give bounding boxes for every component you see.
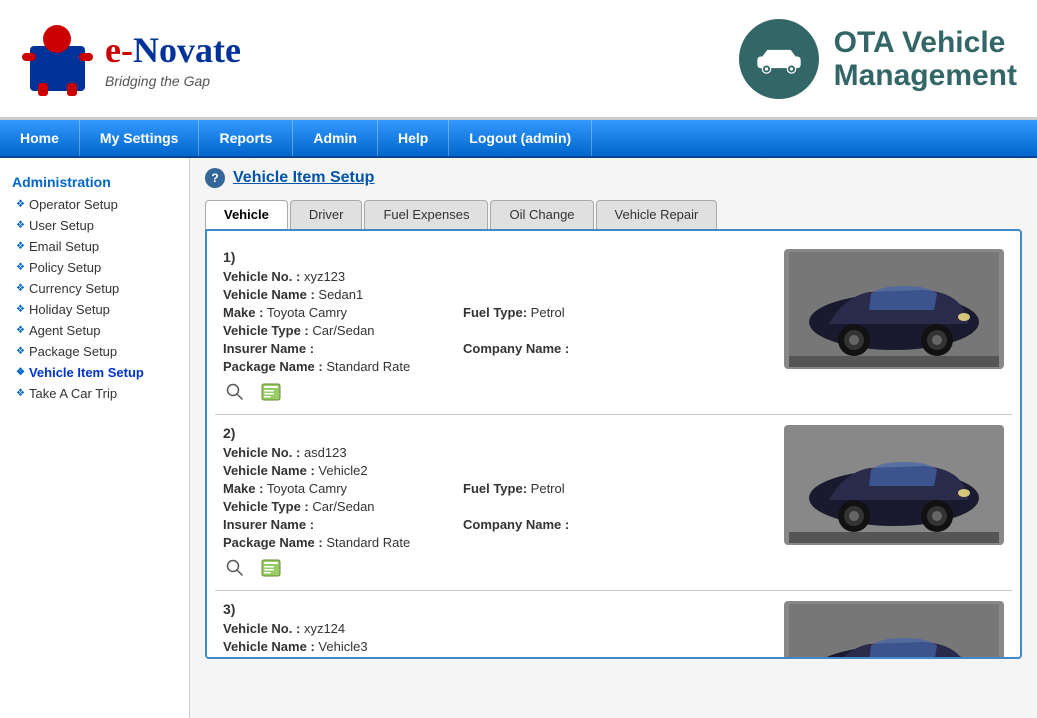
bullet-icon: ❖: [16, 241, 25, 252]
vehicle-name-field-3: Vehicle Name : Vehicle3: [223, 639, 423, 654]
tabs-bar: Vehicle Driver Fuel Expenses Oil Change …: [205, 200, 1022, 229]
vehicle-info-1: 1) Vehicle No. : xyz123 Vehicle Name : S…: [223, 249, 769, 404]
insurer-field-2: Insurer Name :: [223, 517, 423, 532]
sidebar-item-label: Currency Setup: [29, 281, 119, 296]
ota-circle-icon: [739, 19, 819, 99]
sidebar-item-label: Vehicle Item Setup: [29, 365, 144, 380]
fuel-type-field-3: Fuel Type: Petrol: [463, 657, 663, 659]
tab-vehicle[interactable]: Vehicle: [205, 200, 288, 229]
vehicle-num-3: 3): [223, 601, 769, 617]
edit-icon[interactable]: [259, 556, 283, 580]
make-field-2: Make : Toyota Camry: [223, 481, 423, 496]
company-field-2: Company Name :: [463, 517, 663, 532]
sidebar: Administration ❖ Operator Setup ❖ User S…: [0, 158, 190, 718]
vehicle-image-1: [784, 249, 1004, 369]
logo-icon: [20, 21, 95, 96]
search-icon[interactable]: [223, 380, 247, 404]
navbar: Home My Settings Reports Admin Help Logo…: [0, 120, 1037, 158]
page-header: ? Vehicle Item Setup: [205, 168, 1022, 188]
sidebar-item-package-setup[interactable]: ❖ Package Setup: [0, 341, 189, 362]
vehicle-no-field-2: Vehicle No. : asd123: [223, 445, 423, 460]
bullet-icon: ❖: [16, 388, 25, 399]
bullet-icon: ❖: [16, 346, 25, 357]
sidebar-item-user-setup[interactable]: ❖ User Setup: [0, 215, 189, 236]
sidebar-item-label: Operator Setup: [29, 197, 118, 212]
vehicle-image-3: [784, 601, 1004, 659]
bullet-icon: ❖: [16, 325, 25, 336]
package-field-2: Package Name : Standard Rate: [223, 535, 423, 550]
vehicle-info-3: 3) Vehicle No. : xyz124 Vehicle Name : V…: [223, 601, 769, 659]
logo-tagline: Bridging the Gap: [105, 73, 241, 89]
sidebar-item-currency-setup[interactable]: ❖ Currency Setup: [0, 278, 189, 299]
vehicle-name-field-2: Vehicle Name : Vehicle2: [223, 463, 423, 478]
logo-enovate: e-Novate: [105, 29, 241, 71]
table-row: 3) Vehicle No. : xyz124 Vehicle Name : V…: [215, 591, 1012, 659]
table-row: 1) Vehicle No. : xyz123 Vehicle Name : S…: [215, 239, 1012, 415]
page-title: Vehicle Item Setup: [233, 169, 374, 187]
sidebar-item-holiday-setup[interactable]: ❖ Holiday Setup: [0, 299, 189, 320]
vehicle-name-field-1: Vehicle Name : Sedan1: [223, 287, 423, 302]
fuel-type-field-1: Fuel Type: Petrol: [463, 305, 663, 320]
help-icon[interactable]: ?: [205, 168, 225, 188]
nav-reports[interactable]: Reports: [199, 120, 293, 156]
nav-my-settings[interactable]: My Settings: [80, 120, 200, 156]
tab-fuel-expenses[interactable]: Fuel Expenses: [364, 200, 488, 229]
make-field-3: Make : Toyota Camry: [223, 657, 423, 659]
vehicle-no-field-1: Vehicle No. : xyz123: [223, 269, 423, 284]
vehicle-info-2: 2) Vehicle No. : asd123 Vehicle Name : V…: [223, 425, 769, 580]
vehicle-actions-2: [223, 556, 769, 580]
bullet-icon: ❖: [16, 283, 25, 294]
vehicle-num-1: 1): [223, 249, 769, 265]
tab-vehicle-repair[interactable]: Vehicle Repair: [596, 200, 718, 229]
logo-left: e-Novate Bridging the Gap: [20, 21, 241, 96]
bullet-icon: ❖: [16, 304, 25, 315]
company-field-1: Company Name :: [463, 341, 663, 356]
content: Administration ❖ Operator Setup ❖ User S…: [0, 158, 1037, 718]
sidebar-item-label: User Setup: [29, 218, 94, 233]
bullet-icon: ❖: [16, 199, 25, 210]
vehicle-no-field-3: Vehicle No. : xyz124: [223, 621, 423, 636]
vehicle-num-2: 2): [223, 425, 769, 441]
table-row: 2) Vehicle No. : asd123 Vehicle Name : V…: [215, 415, 1012, 591]
main-content: ? Vehicle Item Setup Vehicle Driver Fuel…: [190, 158, 1037, 718]
logo-right: OTA Vehicle Management: [739, 19, 1017, 99]
bullet-icon: ❖: [16, 367, 25, 378]
vehicle-type-field-1: Vehicle Type : Car/Sedan: [223, 323, 423, 338]
sidebar-title: Administration: [0, 168, 189, 194]
insurer-field-1: Insurer Name :: [223, 341, 423, 356]
sidebar-item-label: Package Setup: [29, 344, 117, 359]
package-field-1: Package Name : Standard Rate: [223, 359, 423, 374]
nav-help[interactable]: Help: [378, 120, 449, 156]
bullet-icon: ❖: [16, 262, 25, 273]
sidebar-item-operator-setup[interactable]: ❖ Operator Setup: [0, 194, 189, 215]
fuel-type-field-2: Fuel Type: Petrol: [463, 481, 663, 496]
sidebar-item-email-setup[interactable]: ❖ Email Setup: [0, 236, 189, 257]
make-field-1: Make : Toyota Camry: [223, 305, 423, 320]
logo-text-wrap: e-Novate Bridging the Gap: [105, 29, 241, 89]
edit-icon[interactable]: [259, 380, 283, 404]
search-icon[interactable]: [223, 556, 247, 580]
sidebar-item-label: Agent Setup: [29, 323, 101, 338]
nav-admin[interactable]: Admin: [293, 120, 378, 156]
tab-driver[interactable]: Driver: [290, 200, 363, 229]
vehicle-image-2: [784, 425, 1004, 545]
vehicle-actions-1: [223, 380, 769, 404]
ota-title: OTA Vehicle Management: [834, 26, 1017, 92]
tab-oil-change[interactable]: Oil Change: [490, 200, 593, 229]
vehicle-type-field-2: Vehicle Type : Car/Sedan: [223, 499, 423, 514]
bullet-icon: ❖: [16, 220, 25, 231]
sidebar-item-label: Email Setup: [29, 239, 99, 254]
sidebar-item-vehicle-item-setup[interactable]: ❖ Vehicle Item Setup: [0, 362, 189, 383]
vehicle-list-container: 1) Vehicle No. : xyz123 Vehicle Name : S…: [205, 229, 1022, 659]
nav-home[interactable]: Home: [0, 120, 80, 156]
sidebar-item-label: Policy Setup: [29, 260, 101, 275]
sidebar-item-label: Holiday Setup: [29, 302, 110, 317]
header: e-Novate Bridging the Gap OTA Vehicle Ma…: [0, 0, 1037, 120]
nav-logout[interactable]: Logout (admin): [449, 120, 592, 156]
sidebar-item-label: Take A Car Trip: [29, 386, 117, 401]
sidebar-item-policy-setup[interactable]: ❖ Policy Setup: [0, 257, 189, 278]
sidebar-item-take-car-trip[interactable]: ❖ Take A Car Trip: [0, 383, 189, 404]
sidebar-item-agent-setup[interactable]: ❖ Agent Setup: [0, 320, 189, 341]
